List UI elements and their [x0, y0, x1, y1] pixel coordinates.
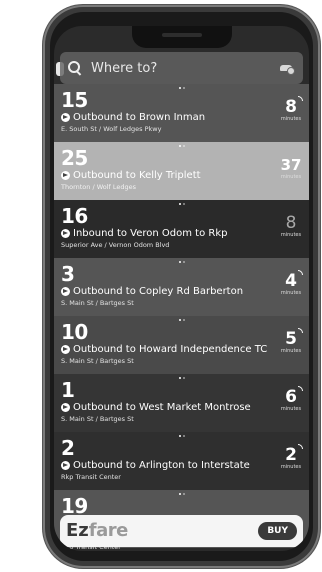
page-indicator [178, 319, 185, 321]
route-eta: 37 minutes [280, 156, 302, 180]
route-number: 19 [61, 494, 88, 518]
route-list: 15 Outbound to Brown Inman E. South St /… [54, 84, 309, 548]
search-bar[interactable] [60, 52, 303, 84]
search-input[interactable] [91, 60, 279, 76]
car-icon[interactable] [279, 61, 295, 75]
route-stop: Thornton / Wolf Ledges [61, 183, 137, 191]
route-stop: S. Main St / Bartges St [61, 299, 134, 307]
route-stop: S. Main St / Bartges St [61, 357, 134, 365]
route-number: 2 [61, 436, 75, 460]
route-eta: 2 minutes [280, 444, 303, 470]
arrow-right-icon [61, 171, 70, 180]
app-screen: 15 Outbound to Brown Inman E. South St /… [54, 26, 309, 551]
route-row[interactable]: 15 Outbound to Brown Inman E. South St /… [54, 84, 309, 142]
route-direction: Outbound to Howard Independence TC [61, 343, 303, 356]
route-row[interactable]: 16 Inbound to Veron Odom to Rkp Superior… [54, 200, 309, 258]
route-direction: Outbound to West Market Montrose [61, 401, 303, 414]
route-number: 3 [61, 262, 75, 286]
route-number: 10 [61, 320, 88, 344]
search-icon [68, 61, 82, 75]
route-direction: Outbound to Brown Inman [61, 111, 303, 124]
arrow-right-icon [61, 461, 70, 470]
route-direction: Outbound to Copley Rd Barberton [61, 285, 303, 298]
route-stop: S. Main St / Bartges St [61, 415, 134, 423]
page-indicator [178, 261, 185, 263]
route-number: 15 [61, 88, 88, 112]
route-number: 16 [61, 204, 88, 228]
route-direction: Outbound to Kelly Triplett [61, 169, 303, 182]
arrow-right-icon [61, 287, 70, 296]
route-row[interactable]: 25 Outbound to Kelly Triplett Thornton /… [54, 142, 309, 200]
route-row[interactable]: 3 Outbound to Copley Rd Barberton S. Mai… [54, 258, 309, 316]
page-indicator [178, 435, 185, 437]
route-eta: 5 minutes [280, 328, 303, 354]
route-stop: Superior Ave / Vernon Odom Blvd [61, 241, 170, 249]
page-indicator [178, 493, 185, 495]
route-eta: 6 minutes [280, 386, 303, 412]
route-eta: 8 minutes [280, 96, 303, 122]
route-direction: Inbound to Veron Odom to Rkp [61, 227, 303, 240]
phone-bezel: 15 Outbound to Brown Inman E. South St /… [50, 12, 313, 561]
arrow-right-icon [61, 113, 70, 122]
route-direction: Outbound to Arlington to Interstate [61, 459, 303, 472]
buy-button[interactable]: BUY [258, 522, 297, 540]
phone-notch [131, 26, 232, 48]
arrow-right-icon [61, 345, 70, 354]
route-row[interactable]: 1 Outbound to West Market Montrose S. Ma… [54, 374, 309, 432]
route-stop: E. South St / Wolf Ledges Pkwy [61, 125, 162, 133]
route-row[interactable]: 2 Outbound to Arlington to Interstate Rk… [54, 432, 309, 490]
page-indicator [178, 377, 185, 379]
route-number: 25 [61, 146, 88, 170]
page-indicator [178, 145, 185, 147]
page-indicator [178, 87, 185, 89]
ezfare-banner[interactable]: Ezfare BUY [60, 515, 303, 547]
ezfare-logo: Ezfare [66, 520, 128, 541]
arrow-right-icon [61, 403, 70, 412]
route-row[interactable]: 10 Outbound to Howard Independence TC S.… [54, 316, 309, 374]
phone-frame: 15 Outbound to Brown Inman E. South St /… [43, 5, 320, 568]
route-eta: 4 minutes [280, 270, 303, 296]
arrow-right-icon [61, 229, 70, 238]
route-eta: 8 minutes [280, 213, 302, 238]
route-stop: Rkp Transit Center [61, 473, 121, 481]
route-number: 1 [61, 378, 75, 402]
page-indicator [178, 203, 185, 205]
